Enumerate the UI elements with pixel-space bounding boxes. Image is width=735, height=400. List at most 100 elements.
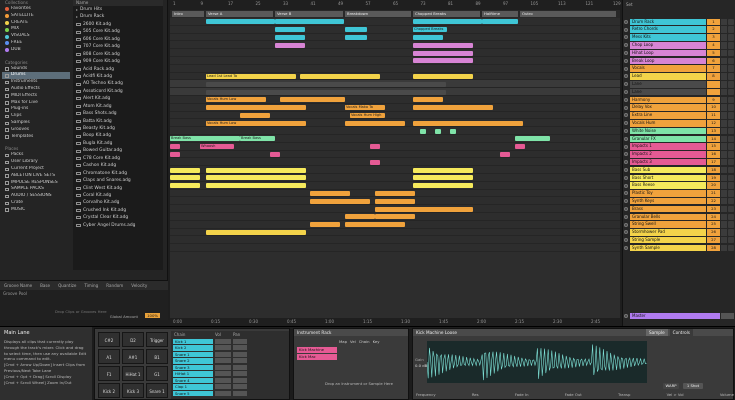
track-name[interactable]: Lane [630, 88, 706, 96]
solo-button[interactable] [721, 26, 727, 33]
track-lane[interactable] [170, 18, 620, 26]
chain-name[interactable]: HiHat 1 [173, 371, 213, 377]
arrangement-clip[interactable] [413, 34, 443, 40]
arrangement-clip[interactable] [206, 89, 446, 95]
file-item[interactable]: Assoticord Kit.adg [73, 88, 163, 95]
record-arm-button[interactable] [728, 221, 734, 228]
track-number[interactable]: 2 [707, 26, 720, 33]
track-name[interactable]: Lead [630, 73, 706, 80]
solo-button[interactable] [721, 221, 727, 228]
drum-pad[interactable]: B1 [146, 349, 168, 364]
track-header[interactable]: Extra Line 11 [623, 112, 735, 120]
file-item[interactable]: Bowed Guitar.adg [73, 147, 163, 154]
track-activator-button[interactable] [624, 183, 628, 188]
file-item[interactable]: 505 Core Kit.adg [73, 28, 163, 35]
track-number[interactable]: 26 [707, 229, 720, 236]
track-lane[interactable] [170, 104, 620, 112]
solo-button[interactable] [721, 88, 727, 96]
track-activator-button[interactable] [624, 214, 628, 219]
record-arm-button[interactable] [728, 135, 734, 143]
file-item[interactable]: 808 Core Kit.adg [73, 51, 163, 58]
track-header[interactable]: String Swell 25 [623, 221, 735, 229]
track-name[interactable]: Synth Keys [630, 197, 706, 205]
track-name[interactable]: Bass Reese [630, 182, 706, 189]
locator-marker[interactable]: Breakdown [345, 11, 411, 17]
arrangement-clip[interactable] [413, 105, 493, 111]
track-name[interactable]: Delay Vox [630, 104, 706, 111]
file-item[interactable]: AO Techno Kit.adg [73, 80, 163, 87]
warp-button[interactable]: WARP [663, 383, 679, 389]
record-arm-button[interactable] [728, 42, 734, 49]
chain-volume[interactable] [215, 384, 231, 390]
track-lane[interactable] [170, 197, 620, 206]
chain-name[interactable]: Snare 2 [173, 358, 213, 364]
arrangement-clip[interactable] [413, 58, 473, 64]
sample-waveform[interactable] [426, 341, 647, 383]
track-lane[interactable] [170, 213, 620, 221]
record-arm-button[interactable] [728, 182, 734, 189]
arrangement-clip[interactable] [370, 144, 380, 150]
arrangement-clip[interactable] [375, 198, 415, 204]
collection-item[interactable]: FREE [2, 40, 70, 47]
record-arm-button[interactable] [728, 57, 734, 65]
place-item[interactable]: ABLETON LIVE SETS [2, 173, 70, 180]
track-lane[interactable] [170, 135, 620, 143]
record-arm-button[interactable] [728, 49, 734, 57]
arrangement-clip[interactable] [206, 183, 306, 189]
track-number[interactable]: 23 [707, 205, 720, 213]
track-name[interactable]: Bass Short [630, 174, 706, 182]
track-header[interactable]: Synth Sample 28 [623, 244, 735, 252]
arrangement-clip[interactable] [413, 167, 473, 173]
instrument-chain[interactable]: Kick Mac [297, 354, 337, 360]
category-item[interactable]: Instruments [2, 79, 70, 86]
drum-pad[interactable]: A#1 [122, 349, 144, 364]
record-arm-button[interactable] [728, 73, 734, 80]
arrangement-clip[interactable] [413, 183, 473, 189]
record-arm-button[interactable] [728, 127, 734, 135]
record-arm-button[interactable] [728, 236, 734, 244]
groove-column-header[interactable]: Groove Name [0, 283, 36, 288]
track-activator-button[interactable] [624, 246, 628, 250]
track-number[interactable] [707, 88, 720, 96]
file-item[interactable]: Coral Kit.adg [73, 192, 163, 199]
track-activator-button[interactable] [624, 191, 628, 196]
record-arm-button[interactable] [728, 190, 734, 197]
gain-value[interactable]: 0.0 dB [415, 363, 427, 368]
arrangement-clip[interactable] [515, 144, 525, 150]
arrangement-clip[interactable] [280, 97, 345, 103]
track-activator-button[interactable] [624, 136, 628, 141]
record-arm-button[interactable] [728, 18, 734, 26]
record-arm-button[interactable] [728, 104, 734, 111]
drum-pad[interactable]: D2 [122, 332, 144, 347]
track-activator-button[interactable] [624, 82, 628, 87]
track-header[interactable]: Impacts 3 17 [623, 158, 735, 166]
arrangement-clip[interactable] [482, 19, 518, 25]
track-number[interactable]: 8 [707, 73, 720, 80]
chain-volume[interactable] [215, 371, 231, 377]
drum-rack-device[interactable]: C#2D2Trigger SignalA1A#1B1F1HiHat 1G1Kic… [94, 328, 290, 400]
solo-button[interactable] [721, 135, 727, 143]
record-arm-button[interactable] [728, 166, 734, 174]
arrangement-clip[interactable] [413, 175, 473, 181]
track-header[interactable]: String Sample 27 [623, 236, 735, 244]
place-item[interactable]: User Library [2, 159, 70, 166]
chain-pan[interactable] [233, 384, 247, 390]
arrangement-clip[interactable] [275, 27, 305, 33]
file-item[interactable]: Corvalho Kit.adg [73, 199, 163, 206]
drum-pad[interactable]: Snare 1 [146, 383, 168, 398]
drum-pad[interactable]: Kick 3 [122, 383, 144, 398]
locator-bar[interactable]: Intro Verse A Verse B Breakdown Chopped Brea… [170, 10, 620, 18]
master-volume[interactable] [721, 312, 734, 320]
file-item[interactable]: Crushed Ink Kit.adg [73, 207, 163, 214]
file-item[interactable]: Drum Rack [73, 13, 163, 20]
track-name[interactable]: Retro Chords [630, 26, 706, 33]
collection-item[interactable]: DUB [2, 47, 70, 54]
macro-tab[interactable]: Vel [350, 339, 356, 344]
solo-button[interactable] [721, 42, 727, 49]
locator-marker[interactable]: Verse A [206, 11, 273, 17]
track-number[interactable]: 28 [707, 244, 720, 252]
track-header[interactable]: Vocals Hum 12 [623, 119, 735, 127]
track-activator-button[interactable] [624, 113, 628, 118]
arrangement-clip[interactable] [413, 206, 473, 212]
category-item[interactable]: Templates [2, 134, 70, 141]
